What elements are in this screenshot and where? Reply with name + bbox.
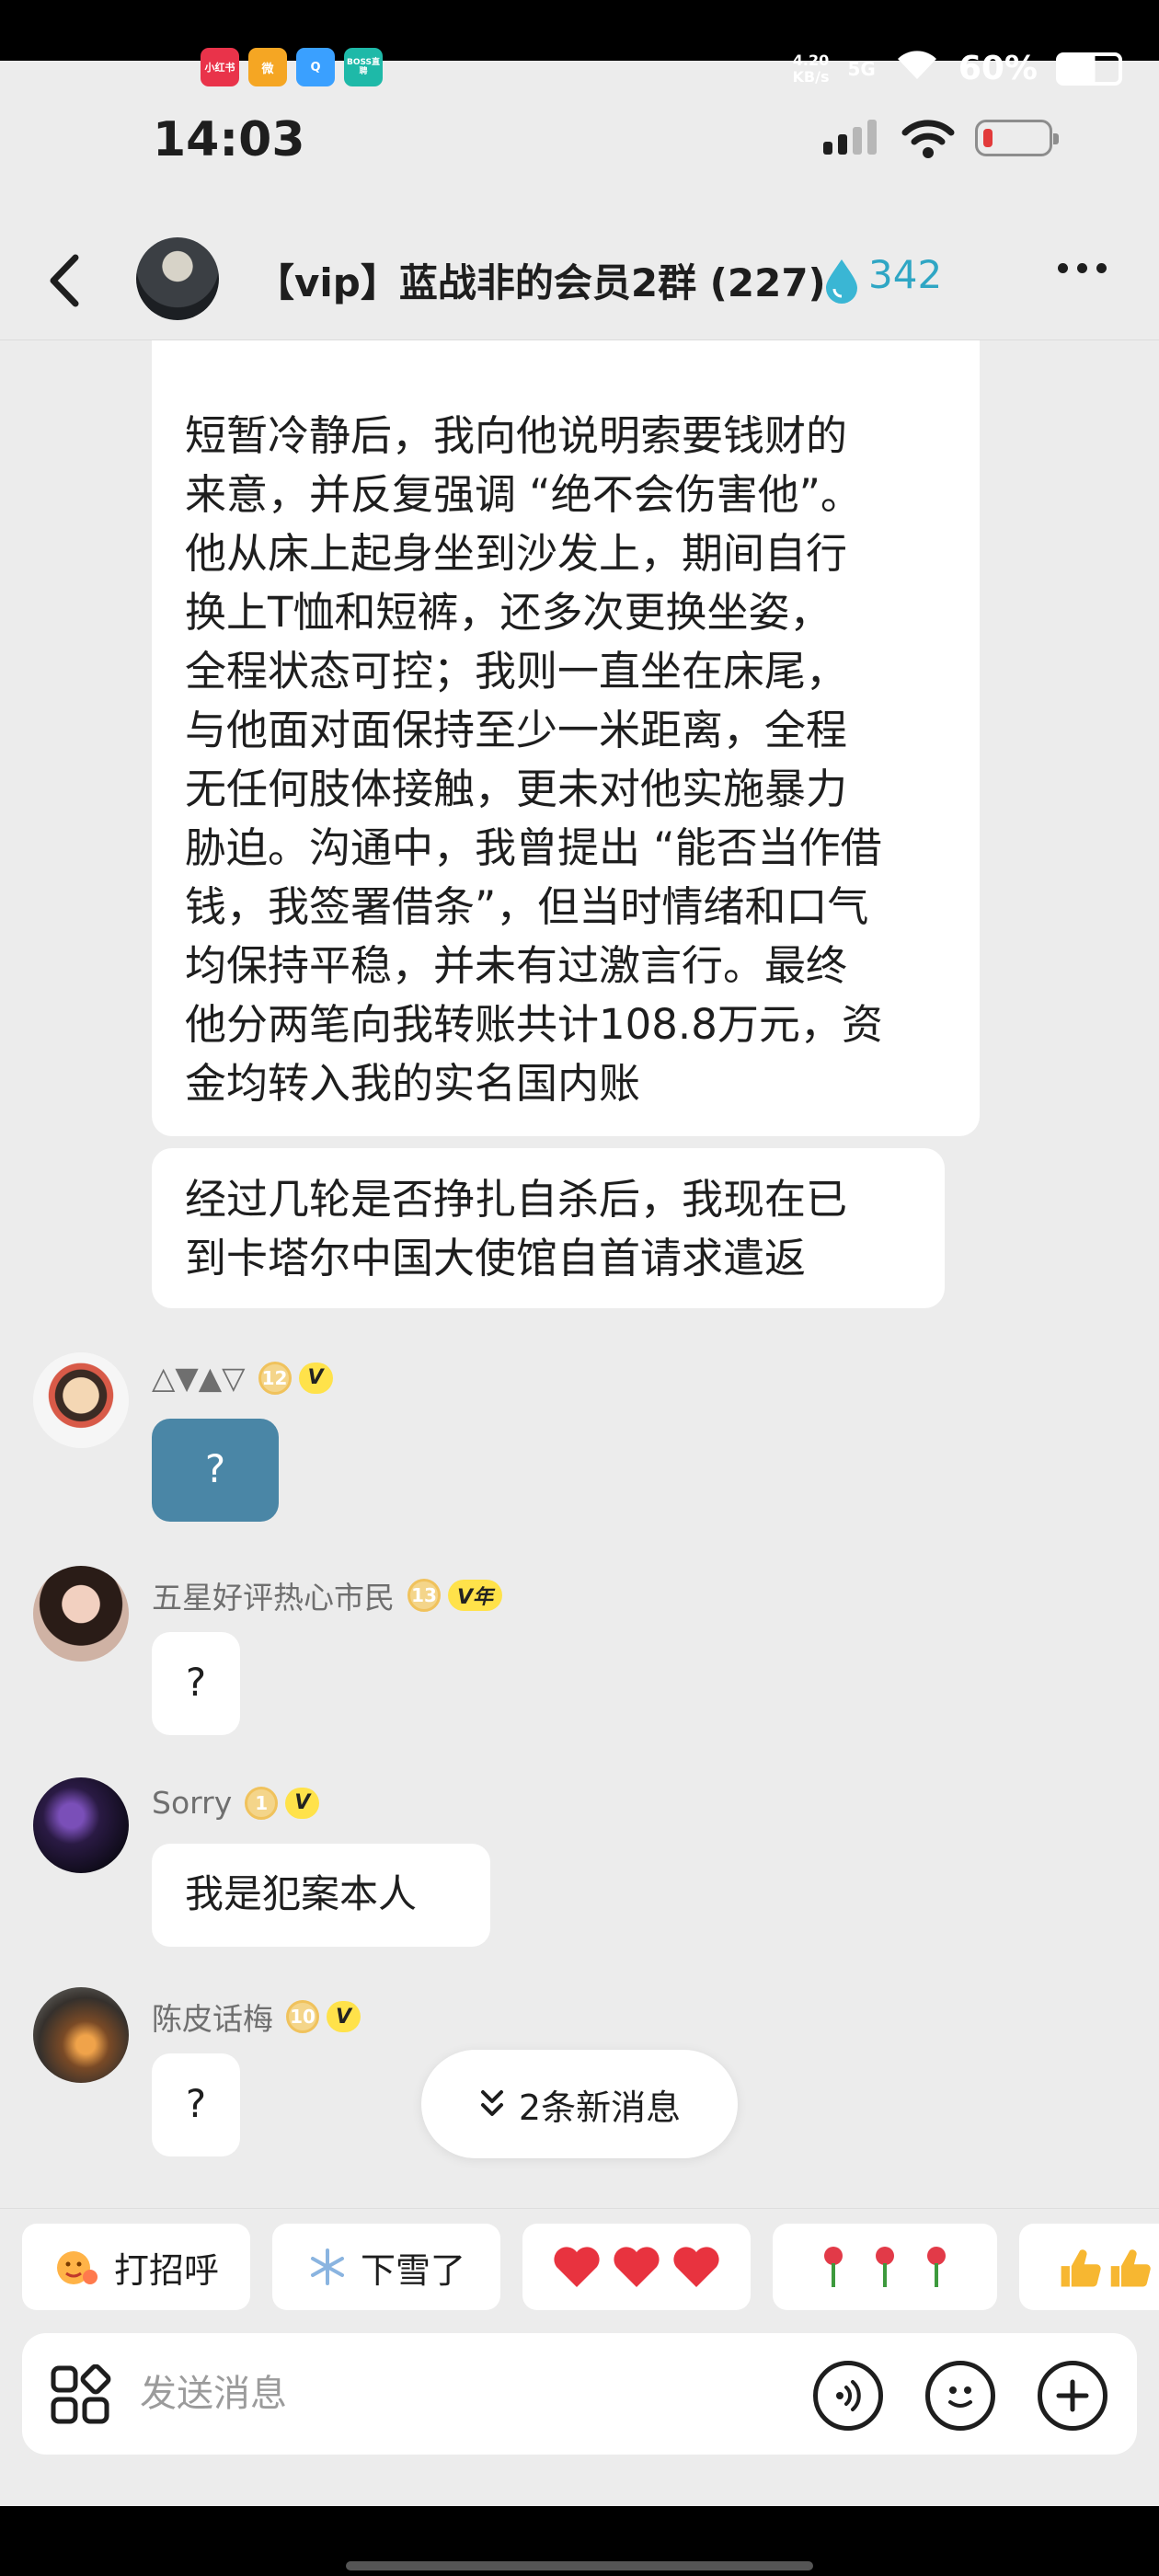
message-input-bar bbox=[22, 2333, 1137, 2455]
level-badge: 10 bbox=[286, 2000, 319, 2033]
smiley-icon bbox=[948, 2386, 972, 2408]
message-bubble-long[interactable]: 短暂冷静后，我向他说明索要钱财的 来意，并反复强调 “绝不会伤害他”。 他从床上… bbox=[152, 340, 980, 1136]
clock: 14:03 bbox=[153, 112, 305, 167]
chevron-left-icon bbox=[50, 254, 79, 307]
sender-name[interactable]: 陈皮话梅 bbox=[152, 1995, 273, 2039]
rose-emoji-icon bbox=[824, 2247, 946, 2287]
sender-info: Sorry 1 V bbox=[152, 1785, 320, 1821]
sender-name[interactable]: 五星好评热心市民 bbox=[152, 1573, 395, 1617]
home-indicator[interactable] bbox=[346, 2561, 813, 2570]
quick-reply-thumbs[interactable] bbox=[1019, 2224, 1159, 2310]
quick-reply-greet[interactable]: 打招呼 bbox=[22, 2224, 250, 2310]
battery-percent: 60% bbox=[958, 50, 1038, 87]
emoji-button[interactable] bbox=[925, 2361, 995, 2431]
message-bubble[interactable]: ? bbox=[152, 1632, 240, 1735]
voice-button[interactable] bbox=[813, 2361, 883, 2431]
avatar[interactable] bbox=[33, 1352, 129, 1448]
more-options-button[interactable] bbox=[1058, 263, 1107, 273]
vip-badge: V年 bbox=[448, 1580, 503, 1611]
quick-reply-roses[interactable] bbox=[773, 2224, 997, 2310]
apps-grid-icon[interactable] bbox=[50, 2364, 114, 2425]
quick-reply-label: 打招呼 bbox=[113, 2249, 219, 2291]
wifi-icon bbox=[900, 118, 957, 164]
xiaohongshu-app-icon: 小红书 bbox=[201, 48, 239, 86]
net-type: 5G bbox=[847, 57, 876, 80]
thumbs-up-icon bbox=[1061, 2249, 1151, 2287]
boss-app-icon: BOSS直聘 bbox=[344, 48, 383, 86]
level-badge: 13 bbox=[407, 1579, 441, 1612]
group-title[interactable]: 【vip】蓝战非的会员2群 (227) bbox=[256, 252, 826, 308]
new-messages-label: 2条新消息 bbox=[518, 2087, 682, 2128]
level-badge: 1 bbox=[245, 1786, 279, 1820]
message-text: 短暂冷静后，我向他说明索要钱财的 来意，并反复强调 “绝不会伤害他”。 他从床上… bbox=[185, 411, 883, 1108]
avatar[interactable] bbox=[33, 1566, 129, 1662]
chat-header: 【vip】蓝战非的会员2群 (227) 342 bbox=[0, 221, 1159, 340]
quick-reply-hearts[interactable] bbox=[522, 2224, 751, 2310]
new-messages-button[interactable]: 2条新消息 bbox=[421, 2050, 738, 2158]
message-bubble[interactable]: ? bbox=[152, 2053, 240, 2156]
voice-wave-icon bbox=[836, 2380, 861, 2411]
net-speed: 4.20 KB/s bbox=[792, 51, 830, 86]
message-input[interactable] bbox=[140, 2357, 692, 2431]
browser-app-icon: Q bbox=[296, 48, 335, 86]
back-button[interactable] bbox=[37, 248, 92, 313]
quick-reply-snow[interactable]: 下雪了 bbox=[272, 2224, 500, 2310]
weibo-app-icon: 微 bbox=[248, 48, 287, 86]
avatar[interactable] bbox=[33, 1777, 129, 1873]
avatar[interactable] bbox=[33, 1987, 129, 2083]
battery-icon-system bbox=[1056, 52, 1122, 86]
message-bubble[interactable]: 我是犯案本人 bbox=[152, 1844, 490, 1947]
quick-reply-label: 下雪了 bbox=[360, 2249, 465, 2291]
wifi-icon-system bbox=[894, 46, 940, 91]
notification-app-icons: 小红书 微 Q BOSS直聘 bbox=[201, 48, 383, 86]
message-bubble-embassy[interactable]: 经过几轮是否挣扎自杀后，我现在已 到卡塔尔中国大使馆自首请求遣返 bbox=[152, 1148, 945, 1308]
vip-badge: V bbox=[285, 1787, 320, 1819]
system-status-bar: 小红书 微 Q BOSS直聘 4.20 KB/s 5G 60% bbox=[0, 0, 1159, 87]
sender-info: △▼▲▽ 12 V bbox=[152, 1360, 333, 1396]
plus-icon bbox=[1056, 2379, 1089, 2412]
sender-name[interactable]: Sorry bbox=[152, 1785, 232, 1821]
wave-emoji-icon bbox=[56, 2251, 98, 2284]
double-chevron-down-icon bbox=[480, 2090, 503, 2116]
vip-badge: V bbox=[327, 2001, 361, 2032]
group-heat-count: 342 bbox=[868, 252, 943, 297]
message-bubble[interactable]: ? bbox=[152, 1419, 279, 1522]
snowflake-icon bbox=[310, 2248, 344, 2285]
sender-info: 陈皮话梅 10 V bbox=[152, 1995, 361, 2039]
sender-info: 五星好评热心市民 13 V年 bbox=[152, 1573, 503, 1617]
water-drop-icon bbox=[822, 256, 861, 307]
system-indicators: 4.20 KB/s 5G 60% bbox=[793, 46, 1122, 91]
plus-button[interactable] bbox=[1038, 2361, 1107, 2431]
battery-low-icon bbox=[975, 120, 1059, 156]
level-badge: 12 bbox=[258, 1361, 292, 1395]
quick-reply-bar: 打招呼 下雪了 bbox=[0, 2208, 1159, 2320]
hearts-emoji-icon bbox=[554, 2247, 719, 2287]
vip-badge: V bbox=[298, 1362, 333, 1394]
sender-name[interactable]: △▼▲▽ bbox=[152, 1360, 246, 1396]
signal-icon bbox=[823, 118, 877, 155]
group-avatar[interactable] bbox=[136, 237, 219, 320]
